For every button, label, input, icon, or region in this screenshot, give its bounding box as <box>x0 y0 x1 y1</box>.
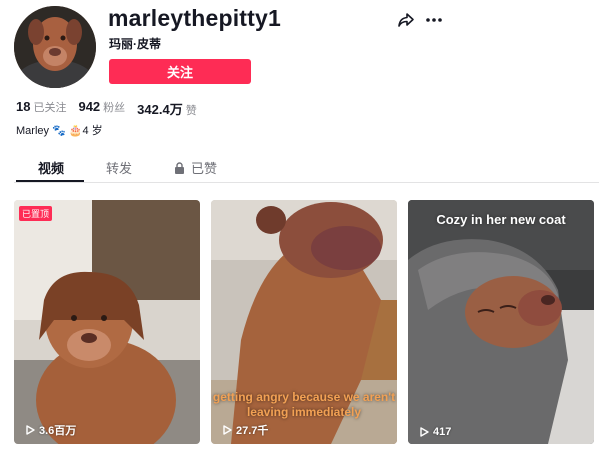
following-label: 已关注 <box>33 102 67 114</box>
play-icon <box>420 427 429 437</box>
pinned-badge: 已置顶 <box>19 206 53 221</box>
lock-icon <box>175 161 184 174</box>
view-count-value: 417 <box>433 426 452 438</box>
view-count: 417 <box>420 426 451 438</box>
bio: Marley 🐾 🎂4 岁 <box>16 125 103 137</box>
tab-liked-label: 已赞 <box>191 161 218 176</box>
share-icon[interactable] <box>397 11 415 29</box>
nickname: 玛丽·皮蒂 <box>109 37 161 51</box>
view-count: 27.7千 <box>223 422 268 438</box>
likes-label: 赞 <box>185 105 197 117</box>
avatar[interactable] <box>14 6 96 88</box>
video-card-2[interactable]: getting angry because we aren't leaving … <box>211 200 397 444</box>
video-thumbnail-3 <box>408 200 594 444</box>
active-tab-indicator <box>16 180 84 182</box>
stat-following[interactable]: 18 已关注 <box>16 99 66 118</box>
video-thumbnail-1 <box>14 200 200 444</box>
follow-button[interactable]: 关注 <box>109 59 251 84</box>
video-caption-3: Cozy in her new coat <box>436 212 566 227</box>
avatar-dog-image <box>14 6 96 88</box>
view-count: 3.6百万 <box>26 422 76 438</box>
video-card-3[interactable]: Cozy in her new coat 417 <box>408 200 594 444</box>
stat-followers[interactable]: 942 粉丝 <box>78 99 125 118</box>
profile-stats: 18 已关注 942 粉丝 342.4万赞 <box>16 99 197 118</box>
likes-count: 342.4万 <box>137 102 183 117</box>
view-count-value: 3.6百万 <box>39 425 77 437</box>
tab-liked[interactable]: 已赞 <box>174 158 217 177</box>
username: marleythepitty1 <box>108 5 282 31</box>
more-icon[interactable] <box>425 11 443 29</box>
tab-reposts[interactable]: 转发 <box>106 158 132 177</box>
video-card-1[interactable]: 已置顶 3.6百万 <box>14 200 200 444</box>
play-icon <box>26 425 35 435</box>
video-caption-2: getting angry because we aren't leaving … <box>212 390 396 419</box>
tab-videos[interactable]: 视频 <box>38 158 64 177</box>
play-icon <box>223 425 232 435</box>
followers-label: 粉丝 <box>103 102 126 114</box>
view-count-value: 27.7千 <box>236 425 269 437</box>
following-count: 18 <box>16 99 31 114</box>
profile-tabs: 视频 转发 已赞 <box>14 156 599 183</box>
stat-likes: 342.4万赞 <box>137 99 197 118</box>
followers-count: 942 <box>78 99 101 114</box>
